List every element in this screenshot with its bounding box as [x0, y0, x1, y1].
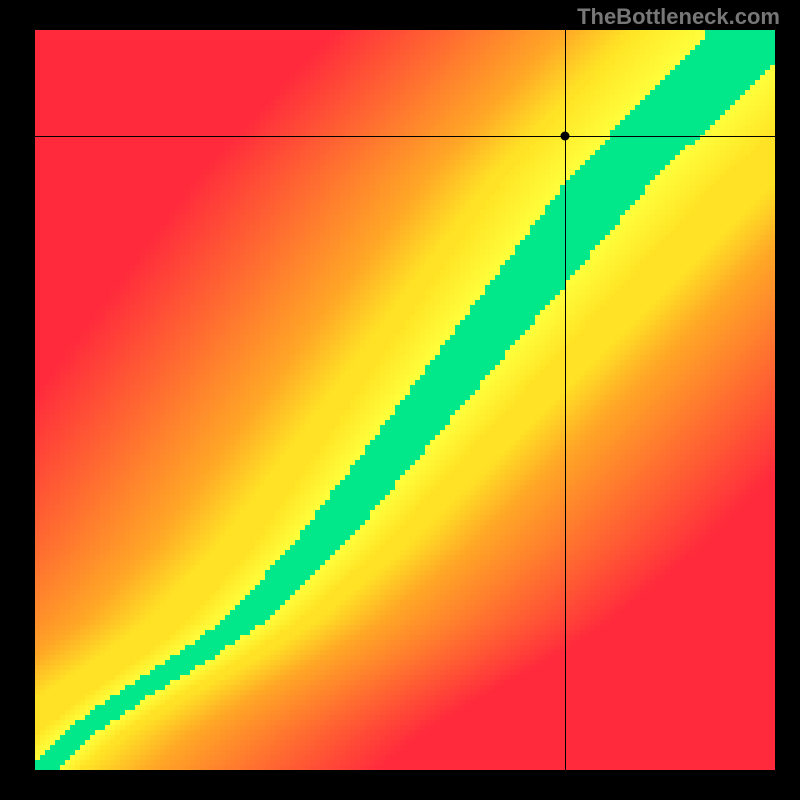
- chart-container: TheBottleneck.com: [0, 0, 800, 800]
- selected-point-marker: [560, 131, 569, 140]
- heatmap-plot: [35, 30, 775, 770]
- crosshair-horizontal: [35, 136, 775, 137]
- heatmap-canvas: [35, 30, 775, 770]
- watermark-text: TheBottleneck.com: [577, 4, 780, 30]
- crosshair-vertical: [565, 30, 566, 770]
